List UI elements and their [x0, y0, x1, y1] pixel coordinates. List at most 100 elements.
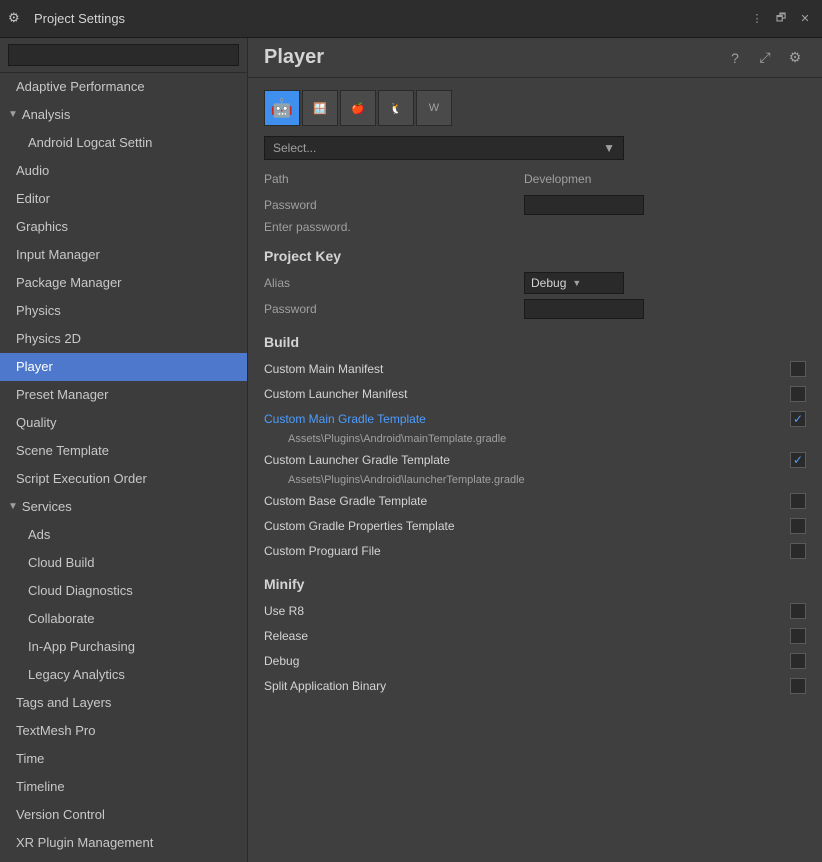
alias-row: Alias Debug ▼: [264, 272, 806, 294]
select-row: Select... ▼: [264, 136, 806, 160]
sidebar-item-analysis[interactable]: ▼Analysis: [0, 101, 247, 129]
alias-label: Alias: [264, 276, 524, 290]
platform-tab-mac[interactable]: 🍎: [340, 90, 376, 126]
title-bar-controls: ⋮ 🗗 ✕: [748, 10, 814, 28]
platform-tabs: 🤖 🪟 🍎 🐧 W: [264, 90, 806, 126]
sidebar: Adaptive Performance▼AnalysisAndroid Log…: [0, 38, 248, 862]
path-row: Path Developmen: [264, 168, 806, 190]
page-title: Player: [264, 46, 724, 69]
password-row: Password: [264, 194, 806, 216]
build-item-row-4: Custom Base Gradle Template: [264, 490, 806, 512]
platform-tab-windows[interactable]: 🪟: [302, 90, 338, 126]
sidebar-item-preset-manager[interactable]: Preset Manager: [0, 381, 247, 409]
sidebar-item-package-manager[interactable]: Package Manager: [0, 269, 247, 297]
sidebar-item-graphics[interactable]: Graphics: [0, 213, 247, 241]
password-input[interactable]: [524, 195, 644, 215]
sidebar-item-services[interactable]: ▼Services: [0, 493, 247, 521]
project-key-password-row: Password: [264, 298, 806, 320]
build-item-label-2: Custom Main Gradle Template: [264, 412, 790, 426]
split-app-checkbox[interactable]: [790, 678, 806, 694]
split-app-label: Split Application Binary: [264, 679, 790, 693]
keystore-dropdown-arrow: ▼: [603, 141, 615, 155]
path-label: Path: [264, 172, 524, 186]
minify-item-checkbox-0[interactable]: [790, 603, 806, 619]
chevron-icon: ▼: [8, 105, 18, 125]
sidebar-item-physics-2d[interactable]: Physics 2D: [0, 325, 247, 353]
build-item-checkbox-3[interactable]: [790, 452, 806, 468]
sidebar-item-quality[interactable]: Quality: [0, 409, 247, 437]
minify-section-header: Minify: [264, 576, 806, 592]
sidebar-item-collaborate[interactable]: Collaborate: [0, 605, 247, 633]
sidebar-item-cloud-diagnostics[interactable]: Cloud Diagnostics: [0, 577, 247, 605]
sidebar-item-xr-plugin-management[interactable]: XR Plugin Management: [0, 829, 247, 857]
sidebar-item-android-logcat[interactable]: Android Logcat Settin: [0, 129, 247, 157]
password-label: Password: [264, 198, 524, 212]
sidebar-item-version-control[interactable]: Version Control: [0, 801, 247, 829]
build-item-checkbox-5[interactable]: [790, 518, 806, 534]
split-app-row: Split Application Binary: [264, 675, 806, 697]
sidebar-item-timeline[interactable]: Timeline: [0, 773, 247, 801]
sidebar-item-player[interactable]: Player: [0, 353, 247, 381]
minify-item-checkbox-2[interactable]: [790, 653, 806, 669]
search-input[interactable]: [8, 44, 239, 66]
restore-button[interactable]: 🗗: [772, 10, 790, 28]
platform-tab-android[interactable]: 🤖: [264, 90, 300, 126]
sidebar-item-ads[interactable]: Ads: [0, 521, 247, 549]
search-bar: [0, 38, 247, 73]
build-item-checkbox-4[interactable]: [790, 493, 806, 509]
sidebar-item-time[interactable]: Time: [0, 745, 247, 773]
sidebar-item-input-manager[interactable]: Input Manager: [0, 241, 247, 269]
path-right-label: Developmen: [524, 172, 591, 186]
keystore-select-label: Select...: [273, 141, 316, 155]
build-item-checkbox-0[interactable]: [790, 361, 806, 377]
build-item-label-6: Custom Proguard File: [264, 544, 790, 558]
build-item-row-0: Custom Main Manifest: [264, 358, 806, 380]
alias-dropdown-value: Debug: [531, 276, 566, 290]
sidebar-item-physics[interactable]: Physics: [0, 297, 247, 325]
build-item-row-1: Custom Launcher Manifest: [264, 383, 806, 405]
platform-tab-webgl[interactable]: W: [416, 90, 452, 126]
build-item-checkbox-1[interactable]: [790, 386, 806, 402]
build-item-row-3: Custom Launcher Gradle Template: [264, 449, 806, 471]
expand-icon[interactable]: ⤢: [754, 47, 776, 69]
build-item-checkbox-2[interactable]: [790, 411, 806, 427]
sidebar-item-in-app-purchasing[interactable]: In-App Purchasing: [0, 633, 247, 661]
build-item-filepath-3: Assets\Plugins\Android\launcherTemplate.…: [288, 474, 806, 486]
hint-text: Enter password.: [264, 220, 806, 234]
keystore-select[interactable]: Select... ▼: [264, 136, 624, 160]
help-icon[interactable]: ?: [724, 47, 746, 69]
sidebar-item-cloud-build[interactable]: Cloud Build: [0, 549, 247, 577]
settings-icon[interactable]: ⚙: [784, 47, 806, 69]
close-button[interactable]: ✕: [796, 10, 814, 28]
sidebar-item-editor[interactable]: Editor: [0, 185, 247, 213]
sidebar-item-adaptive-performance[interactable]: Adaptive Performance: [0, 73, 247, 101]
build-item-checkbox-6[interactable]: [790, 543, 806, 559]
title-bar: ⚙ Project Settings ⋮ 🗗 ✕: [0, 0, 822, 38]
project-key-password-input[interactable]: [524, 299, 644, 319]
sidebar-item-scene-template[interactable]: Scene Template: [0, 437, 247, 465]
sidebar-item-textmesh-pro[interactable]: TextMesh Pro: [0, 717, 247, 745]
sidebar-items-list: Adaptive Performance▼AnalysisAndroid Log…: [0, 73, 247, 857]
chevron-icon: ▼: [8, 497, 18, 517]
minify-item-row-2: Debug: [264, 650, 806, 672]
build-items: Custom Main Manifest Custom Launcher Mani…: [264, 358, 806, 562]
sidebar-item-legacy-analytics[interactable]: Legacy Analytics: [0, 661, 247, 689]
minify-item-label-0: Use R8: [264, 604, 790, 618]
content-scroll[interactable]: 🤖 🪟 🍎 🐧 W Select... ▼ Path Developmen: [248, 78, 822, 862]
build-item-row-2: Custom Main Gradle Template: [264, 408, 806, 430]
sidebar-item-audio[interactable]: Audio: [0, 157, 247, 185]
project-key-password-label: Password: [264, 302, 524, 316]
build-item-row-5: Custom Gradle Properties Template: [264, 515, 806, 537]
build-section-header: Build: [264, 334, 806, 350]
menu-button[interactable]: ⋮: [748, 10, 766, 28]
title-bar-text: Project Settings: [34, 11, 748, 26]
minify-item-checkbox-1[interactable]: [790, 628, 806, 644]
sidebar-item-script-execution-order[interactable]: Script Execution Order: [0, 465, 247, 493]
minify-item-row-0: Use R8: [264, 600, 806, 622]
sidebar-item-label-analysis: Analysis: [22, 105, 70, 125]
content-header: Player ? ⤢ ⚙: [248, 38, 822, 78]
platform-tab-linux[interactable]: 🐧: [378, 90, 414, 126]
sidebar-item-tags-and-layers[interactable]: Tags and Layers: [0, 689, 247, 717]
alias-dropdown[interactable]: Debug ▼: [524, 272, 624, 294]
header-icons: ? ⤢ ⚙: [724, 47, 806, 69]
